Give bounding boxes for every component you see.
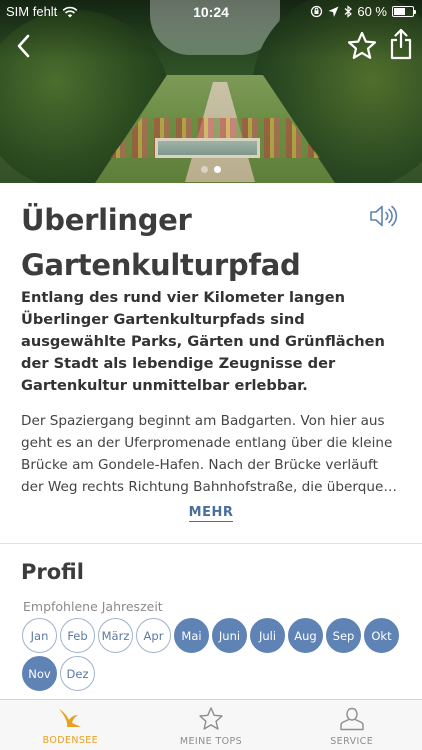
more-link-wrapper: MEHR: [0, 505, 422, 522]
month-dec: Dez: [60, 656, 95, 691]
month-nov: Nov: [22, 656, 57, 691]
tab-bodensee[interactable]: BODENSEE: [0, 700, 141, 750]
season-label: Empfohlene Jahreszeit: [23, 599, 163, 614]
location-arrow-icon: [328, 6, 339, 17]
tab-service[interactable]: SERVICE: [281, 700, 422, 750]
month-mar: März: [98, 618, 133, 653]
month-sep: Sep: [326, 618, 361, 653]
orientation-lock-icon: [311, 5, 323, 18]
month-jan: Jan: [22, 618, 57, 653]
poi-description: Der Spaziergang beginnt am Badgarten. Vo…: [21, 413, 397, 495]
battery-icon: [392, 6, 416, 17]
bluetooth-icon: [344, 5, 353, 18]
back-button[interactable]: [8, 30, 38, 62]
pager-dot[interactable]: [201, 166, 208, 173]
favorite-button[interactable]: [345, 28, 379, 62]
status-right-group: 60 %: [310, 4, 416, 19]
tab-bar: BODENSEE MEINE TOPS SERVICE: [0, 699, 422, 750]
tab-meine-tops[interactable]: MEINE TOPS: [141, 700, 282, 750]
month-list: Jan Feb März Apr Mai Juni Juli Aug Sep O…: [22, 618, 402, 691]
star-outline-icon: [347, 31, 377, 59]
hero-pool: [155, 138, 260, 158]
pager-dot-active[interactable]: [214, 166, 221, 173]
month-apr: Apr: [136, 618, 171, 653]
more-button[interactable]: MEHR: [188, 505, 234, 522]
status-bar: SIM fehlt 10:24 60 %: [0, 0, 422, 22]
bodensee-logo-icon: [59, 709, 82, 727]
section-divider: [0, 543, 422, 544]
profile-title: Profil: [21, 560, 84, 584]
poi-title: Überlinger Gartenkulturpfad: [21, 203, 301, 282]
month-jul: Juli: [250, 618, 285, 653]
battery-fill: [394, 8, 405, 15]
person-icon: [339, 707, 364, 731]
tab-label-meine-tops: MEINE TOPS: [179, 736, 243, 747]
tab-label-bodensee: BODENSEE: [42, 735, 99, 746]
poi-lead-text: Entlang des rund vier Kilometer langen Ü…: [21, 289, 385, 394]
star-outline-icon: [199, 707, 223, 730]
month-jun: Juni: [212, 618, 247, 653]
tab-label-service: SERVICE: [330, 736, 374, 747]
audio-button[interactable]: [368, 202, 402, 232]
month-oct: Okt: [364, 618, 399, 653]
chevron-left-icon: [17, 34, 30, 58]
month-may: Mai: [174, 618, 209, 653]
share-button[interactable]: [386, 26, 416, 62]
image-pager[interactable]: [0, 166, 422, 173]
month-aug: Aug: [288, 618, 323, 653]
month-feb: Feb: [60, 618, 95, 653]
share-icon: [390, 28, 412, 60]
battery-percent: 60 %: [357, 4, 387, 19]
speaker-icon: [370, 205, 398, 227]
